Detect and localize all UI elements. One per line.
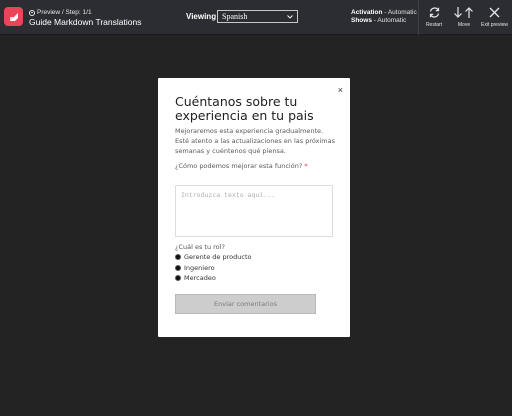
exit-preview-label: Exit preview	[481, 22, 508, 28]
radio-button[interactable]	[175, 265, 181, 271]
role-option-label: Mercadeo	[184, 274, 216, 282]
feedback-textarea[interactable]	[175, 185, 333, 237]
dialog-title: Cuéntanos sobre tu experiencia en tu pai…	[175, 94, 314, 123]
close-icon	[489, 6, 500, 19]
preview-toolbar: Preview / Step: 1/1 Guide Markdown Trans…	[0, 0, 512, 35]
viewing-label: Viewing	[186, 12, 217, 21]
role-option-label: Gerente de producto	[184, 253, 252, 261]
move-icons	[453, 6, 475, 19]
language-select[interactable]: Spanish	[217, 10, 298, 23]
move-button[interactable]: Move	[451, 6, 477, 28]
language-selected: Spanish	[222, 12, 248, 21]
chevron-down-icon	[287, 13, 293, 22]
shows-info: Shows - Automatic	[351, 17, 406, 24]
exit-preview-button[interactable]: Exit preview	[479, 6, 510, 28]
restart-label: Restart	[425, 22, 443, 28]
arrow-down-up-icon	[454, 7, 473, 18]
move-label: Move	[457, 22, 471, 28]
role-option-label: Ingeniero	[184, 264, 215, 272]
feedback-dialog: × Cuéntanos sobre tu experiencia en tu p…	[158, 78, 350, 337]
shows-label: Shows	[351, 17, 372, 24]
restart-button[interactable]: Restart	[424, 6, 444, 28]
toolbar-divider	[418, 0, 419, 35]
breadcrumb-text: Preview / Step: 1/1	[37, 9, 92, 16]
radio-button[interactable]	[175, 254, 181, 260]
radio-button[interactable]	[175, 275, 181, 281]
activation-info: Activation - Automatic	[351, 9, 417, 16]
role-option-product-manager[interactable]: Gerente de producto	[175, 253, 251, 261]
activation-value: - Automatic	[382, 9, 417, 16]
dialog-description: Mejoraremos esta experiencia gradualment…	[175, 127, 335, 155]
guide-title: Guide Markdown Translations	[29, 17, 142, 27]
activation-label: Activation	[351, 9, 383, 16]
logo-icon	[4, 7, 23, 26]
breadcrumb: Preview / Step: 1/1	[29, 9, 92, 16]
required-mark: *	[304, 162, 308, 170]
improve-question-text: ¿Cómo podemos mejorar esta función?	[175, 162, 303, 170]
role-option-engineer[interactable]: Ingeniero	[175, 264, 215, 272]
dialog-close-button[interactable]: ×	[338, 86, 343, 95]
role-question: ¿Cuál es tu rol?	[175, 243, 225, 251]
role-option-marketing[interactable]: Mercadeo	[175, 274, 216, 282]
shows-value: - Automatic	[371, 17, 407, 24]
eye-icon	[29, 9, 35, 16]
improve-question: ¿Cómo podemos mejorar esta función? *	[175, 162, 308, 170]
restart-icon	[428, 6, 441, 19]
submit-feedback-button[interactable]: Enviar comentarios	[175, 294, 316, 314]
